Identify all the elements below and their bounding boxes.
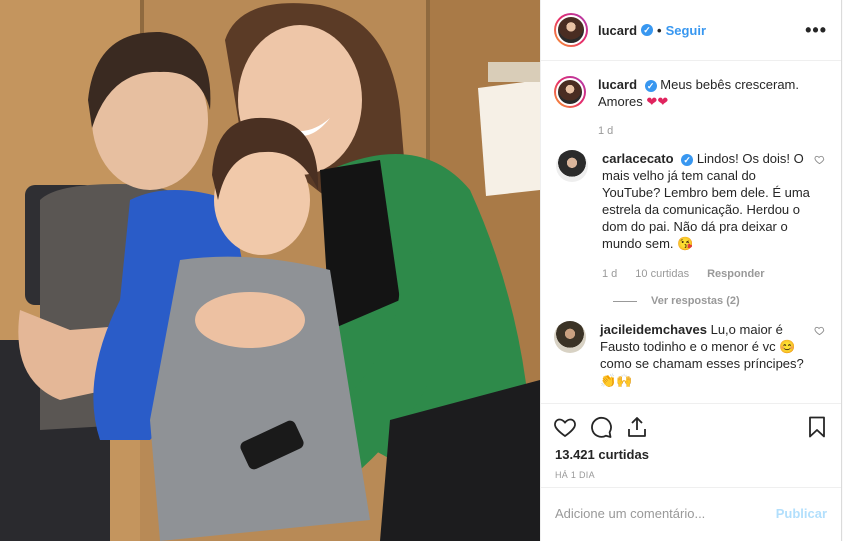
reply-button[interactable]: Responder bbox=[707, 266, 764, 283]
post-actions: 13.421 curtidas HÁ 1 DIA Publicar bbox=[541, 403, 841, 538]
post-header: lucard ✓ • Seguir ••• bbox=[541, 0, 841, 61]
avatar[interactable] bbox=[554, 76, 586, 108]
publish-button[interactable]: Publicar bbox=[776, 506, 827, 521]
follow-button[interactable]: Seguir bbox=[666, 23, 706, 38]
comment-likes[interactable]: 10 curtidas bbox=[635, 266, 689, 283]
view-replies-label: Ver respostas (2) bbox=[651, 295, 740, 307]
action-icons bbox=[541, 404, 841, 450]
likes-count[interactable]: 13.421 curtidas bbox=[541, 447, 841, 462]
comment-icon[interactable] bbox=[589, 415, 613, 439]
verified-icon: ✓ bbox=[644, 80, 657, 92]
comment-item: jacileidemchaves Lu,o maior é Fausto tod… bbox=[554, 321, 827, 389]
avatar[interactable] bbox=[554, 321, 586, 353]
comment-username[interactable]: jacileidemchaves bbox=[600, 322, 707, 337]
view-replies-button[interactable]: Ver respostas (2) bbox=[613, 295, 827, 307]
comment-item: carlacecato ✓ Lindos! Os dois! O mais ve… bbox=[554, 150, 827, 283]
caption: lucard ✓ Meus bebês cresceram. Amores ❤❤… bbox=[554, 76, 827, 140]
heart-icon[interactable] bbox=[553, 415, 577, 439]
verified-icon: ✓ bbox=[681, 154, 694, 166]
author-info: lucard ✓ • Seguir bbox=[598, 23, 706, 38]
more-icon[interactable]: ••• bbox=[805, 20, 827, 41]
caption-username[interactable]: lucard bbox=[598, 77, 637, 92]
like-comment-heart-icon[interactable] bbox=[814, 325, 825, 336]
comment-text-continued: como se chamam esses príncipes? bbox=[600, 356, 804, 371]
caption-time: 1 d bbox=[598, 125, 614, 137]
comment-text: Lindos! Os dois! O mais velho já tem can… bbox=[602, 151, 810, 251]
comments-list[interactable]: lucard ✓ Meus bebês cresceram. Amores ❤❤… bbox=[541, 61, 841, 403]
clap-emoji: 👏🙌 bbox=[600, 373, 633, 388]
heart-emoji: ❤❤ bbox=[646, 94, 669, 109]
post-side-panel: lucard ✓ • Seguir ••• lucard ✓ Meus bebê… bbox=[540, 0, 842, 541]
smile-emoji: 😊 bbox=[779, 339, 796, 354]
comment-input[interactable] bbox=[555, 505, 776, 521]
verified-icon: ✓ bbox=[641, 24, 654, 36]
share-icon[interactable] bbox=[625, 415, 649, 439]
add-comment-bar: Publicar bbox=[541, 487, 841, 538]
post-photo[interactable] bbox=[0, 0, 540, 541]
bookmark-icon[interactable] bbox=[805, 415, 829, 439]
avatar[interactable] bbox=[556, 150, 588, 182]
blush-emoji: 😘 bbox=[677, 236, 694, 251]
comment-username[interactable]: carlacecato bbox=[602, 151, 674, 166]
author-username[interactable]: lucard bbox=[598, 23, 637, 38]
comment-time: 1 d bbox=[602, 268, 618, 280]
replies-divider bbox=[613, 300, 637, 302]
separator-dot: • bbox=[657, 22, 662, 38]
author-avatar[interactable] bbox=[554, 13, 588, 47]
like-comment-heart-icon[interactable] bbox=[814, 154, 825, 165]
photo-illustration bbox=[0, 0, 540, 541]
post-time-ago: HÁ 1 DIA bbox=[555, 470, 595, 480]
